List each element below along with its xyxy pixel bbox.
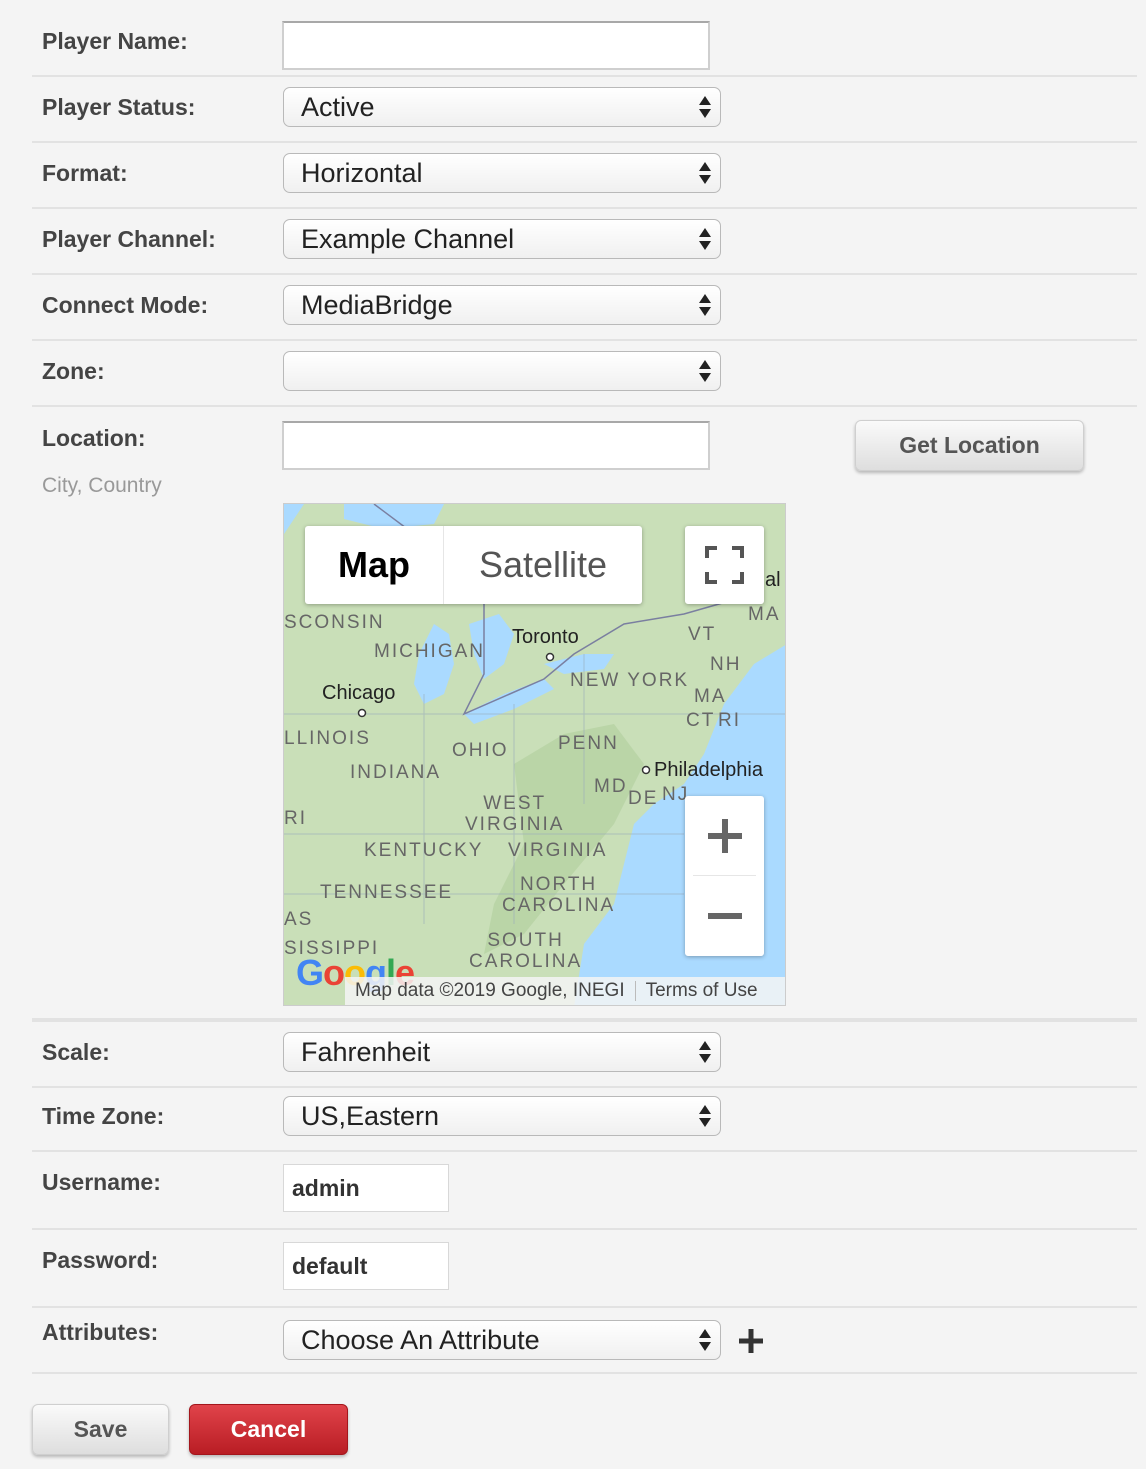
username-input[interactable]: admin bbox=[283, 1164, 449, 1212]
fullscreen-icon bbox=[705, 546, 744, 584]
state-label: NEW YORK bbox=[570, 670, 690, 691]
player-status-label: Player Status: bbox=[42, 94, 196, 120]
username-label: Username: bbox=[42, 1169, 161, 1195]
password-row: Password: default bbox=[32, 1230, 1137, 1308]
state-label: LLINOIS bbox=[284, 728, 371, 749]
state-label: NH bbox=[710, 654, 742, 675]
player-status-select[interactable]: Active bbox=[283, 87, 721, 127]
cancel-button[interactable]: Cancel bbox=[189, 1404, 348, 1455]
player-name-row: Player Name: bbox=[32, 0, 1137, 77]
select-arrows-icon bbox=[699, 1041, 711, 1063]
city-marker-icon bbox=[545, 652, 555, 662]
password-input[interactable]: default bbox=[283, 1242, 449, 1290]
scale-select[interactable]: Fahrenheit bbox=[283, 1032, 721, 1072]
state-label: MICHIGAN bbox=[374, 641, 485, 662]
scale-label: Scale: bbox=[42, 1039, 110, 1065]
scale-value: Fahrenheit bbox=[301, 1036, 431, 1067]
terms-of-use-link[interactable]: Terms of Use bbox=[636, 980, 768, 1002]
state-label: TENNESSEE bbox=[320, 882, 454, 903]
player-channel-value: Example Channel bbox=[301, 223, 515, 254]
state-label: AS bbox=[284, 909, 314, 930]
city-marker-icon bbox=[641, 765, 651, 775]
zone-row: Zone: bbox=[32, 341, 1137, 407]
minus-icon bbox=[707, 912, 742, 919]
location-hint: City, Country bbox=[42, 474, 162, 497]
city-marker-icon bbox=[357, 708, 367, 718]
zone-label: Zone: bbox=[42, 358, 105, 384]
plus-icon bbox=[707, 818, 742, 853]
state-label: PENN bbox=[558, 733, 619, 754]
zoom-control bbox=[685, 796, 764, 956]
connect-mode-value: MediaBridge bbox=[301, 289, 453, 320]
place-label: Chicago bbox=[322, 682, 396, 704]
map-type-satellite-button[interactable]: Satellite bbox=[444, 526, 642, 604]
zoom-in-button[interactable] bbox=[685, 796, 764, 875]
format-select[interactable]: Horizontal bbox=[283, 153, 721, 193]
map-attribution: Map data ©2019 Google, INEGI Terms of Us… bbox=[345, 977, 785, 1005]
format-label: Format: bbox=[42, 160, 128, 186]
zone-select[interactable] bbox=[283, 351, 721, 391]
select-arrows-icon bbox=[699, 96, 711, 118]
select-arrows-icon bbox=[699, 1329, 711, 1351]
state-label: MD bbox=[594, 776, 628, 797]
player-channel-label: Player Channel: bbox=[42, 226, 216, 252]
map-widget[interactable]: SCONSIN MICHIGAN NEW YORK LLINOIS OHIO P… bbox=[283, 503, 786, 1006]
time-zone-value: US,Eastern bbox=[301, 1100, 440, 1131]
state-label: SCONSIN bbox=[284, 612, 385, 633]
state-label: RI bbox=[718, 710, 741, 731]
place-label: Toronto bbox=[512, 626, 579, 648]
location-label: Location: bbox=[42, 425, 146, 451]
player-name-input[interactable] bbox=[282, 21, 710, 70]
select-arrows-icon bbox=[699, 228, 711, 250]
place-label: al bbox=[765, 569, 781, 591]
attributes-row: Attributes: Choose An Attribute bbox=[32, 1308, 1137, 1374]
state-label: WEST VIRGINIA bbox=[465, 793, 565, 835]
select-arrows-icon bbox=[699, 162, 711, 184]
connect-mode-select[interactable]: MediaBridge bbox=[283, 285, 721, 325]
location-input[interactable] bbox=[282, 421, 710, 470]
add-attribute-icon[interactable] bbox=[737, 1327, 765, 1355]
select-arrows-icon bbox=[699, 294, 711, 316]
state-label: CT bbox=[686, 710, 716, 731]
attribution-text: Map data ©2019 Google, INEGI bbox=[355, 980, 625, 1001]
scale-row: Scale: Fahrenheit bbox=[32, 1020, 1137, 1088]
state-label: VT bbox=[688, 624, 717, 645]
map-type-control: Map Satellite bbox=[305, 526, 642, 604]
state-label: SOUTH CAROLINA bbox=[469, 930, 583, 972]
state-label: DE bbox=[628, 788, 659, 809]
player-name-label: Player Name: bbox=[42, 28, 188, 54]
username-row: Username: admin bbox=[32, 1152, 1137, 1230]
state-label: KENTUCKY bbox=[364, 840, 484, 861]
attributes-value: Choose An Attribute bbox=[301, 1324, 540, 1355]
state-label: MA bbox=[748, 604, 781, 625]
place-label: Philadelphia bbox=[654, 759, 763, 781]
state-label: NORTH CAROLINA bbox=[502, 874, 616, 916]
player-status-value: Active bbox=[301, 91, 375, 122]
player-channel-row: Player Channel: Example Channel bbox=[32, 209, 1137, 275]
state-label: VIRGINIA bbox=[508, 840, 608, 861]
state-label: MA bbox=[694, 686, 727, 707]
player-status-row: Player Status: Active bbox=[32, 77, 1137, 143]
save-button[interactable]: Save bbox=[32, 1404, 169, 1455]
get-location-button[interactable]: Get Location bbox=[855, 420, 1084, 471]
state-label: INDIANA bbox=[350, 762, 442, 783]
format-row: Format: Horizontal bbox=[32, 143, 1137, 209]
select-arrows-icon bbox=[699, 360, 711, 382]
map-type-map-button[interactable]: Map bbox=[305, 526, 444, 604]
player-channel-select[interactable]: Example Channel bbox=[283, 219, 721, 259]
attributes-select[interactable]: Choose An Attribute bbox=[283, 1320, 721, 1360]
select-arrows-icon bbox=[699, 1105, 711, 1127]
fullscreen-button[interactable] bbox=[685, 526, 764, 604]
format-value: Horizontal bbox=[301, 157, 423, 188]
password-label: Password: bbox=[42, 1247, 159, 1273]
connect-mode-label: Connect Mode: bbox=[42, 292, 209, 318]
state-label: RI bbox=[284, 808, 307, 829]
attributes-label: Attributes: bbox=[42, 1319, 159, 1345]
zoom-out-button[interactable] bbox=[685, 876, 764, 955]
connect-mode-row: Connect Mode: MediaBridge bbox=[32, 275, 1137, 341]
time-zone-select[interactable]: US,Eastern bbox=[283, 1096, 721, 1136]
state-label: OHIO bbox=[452, 740, 509, 761]
time-zone-label: Time Zone: bbox=[42, 1103, 165, 1129]
time-zone-row: Time Zone: US,Eastern bbox=[32, 1086, 1137, 1152]
